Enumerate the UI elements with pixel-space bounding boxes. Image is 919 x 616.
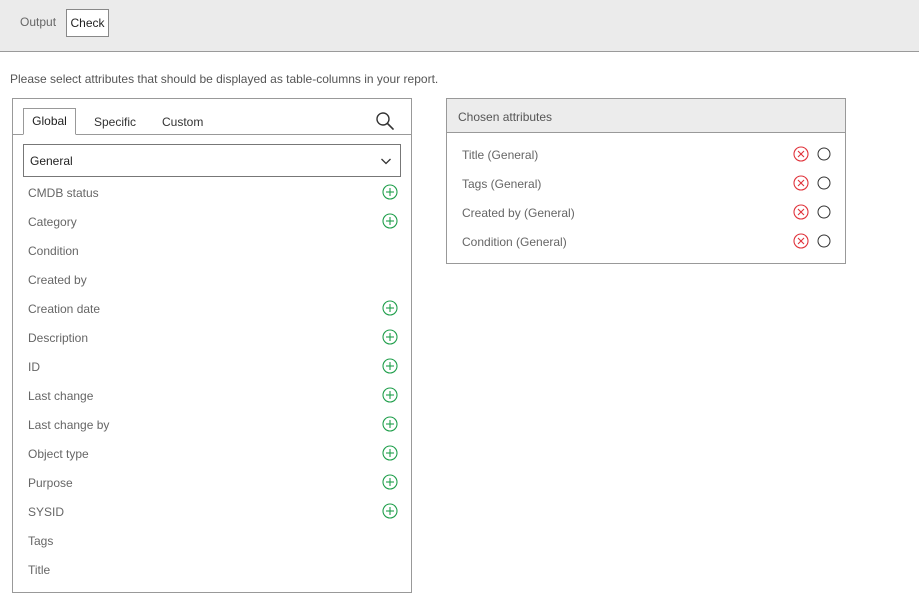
remove-circle-icon[interactable] <box>793 175 809 191</box>
remove-circle-icon[interactable] <box>793 146 809 162</box>
attribute-label: Title <box>28 563 51 577</box>
chosen-attribute-label: Condition (General) <box>462 235 567 249</box>
attribute-category-select[interactable]: General <box>23 144 401 177</box>
attribute-list-item[interactable]: Title <box>13 555 411 584</box>
tab-check[interactable]: Check <box>66 9 109 37</box>
chosen-attribute-label: Created by (General) <box>462 206 575 220</box>
attribute-list-item[interactable]: Object type <box>13 439 411 468</box>
remove-circle-icon[interactable] <box>793 233 809 249</box>
instruction-text: Please select attributes that should be … <box>10 72 439 86</box>
add-circle-icon[interactable] <box>382 445 398 461</box>
attribute-label: Purpose <box>28 476 73 490</box>
add-circle-icon[interactable] <box>382 387 398 403</box>
chosen-attribute-item: Title (General) <box>447 140 845 169</box>
attribute-label: Last change by <box>28 418 110 432</box>
add-circle-icon[interactable] <box>382 503 398 519</box>
tab-output[interactable]: Output <box>16 9 60 37</box>
available-attributes-list: CMDB status Category Condition Created by Cr… <box>13 178 411 584</box>
add-circle-icon[interactable] <box>382 358 398 374</box>
add-circle-icon[interactable] <box>382 213 398 229</box>
attribute-label: Last change <box>28 389 94 403</box>
attribute-label: Category <box>28 215 77 229</box>
radio-button[interactable] <box>817 147 831 161</box>
chosen-attributes-title: Chosen attributes <box>458 110 553 124</box>
tab-specific[interactable]: Specific <box>94 111 136 135</box>
chosen-attribute-item: Created by (General) <box>447 198 845 227</box>
chosen-attributes-panel: Chosen attributes Title (General) Tags (G… <box>446 98 846 264</box>
radio-button[interactable] <box>817 205 831 219</box>
add-circle-icon[interactable] <box>382 474 398 490</box>
attribute-list-item[interactable]: Created by <box>13 265 411 294</box>
chosen-attribute-item: Tags (General) <box>447 169 845 198</box>
attribute-list-item[interactable]: Description <box>13 323 411 352</box>
attribute-list-item[interactable]: ID <box>13 352 411 381</box>
radio-button[interactable] <box>817 176 831 190</box>
attribute-list-item[interactable]: Condition <box>13 236 411 265</box>
tab-custom[interactable]: Custom <box>162 111 203 135</box>
attribute-list-item[interactable]: CMDB status <box>13 178 411 207</box>
chosen-attribute-item: Condition (General) <box>447 227 845 256</box>
attribute-label: Creation date <box>28 302 101 316</box>
attribute-label: Description <box>28 331 89 345</box>
add-circle-icon[interactable] <box>382 416 398 432</box>
select-value: General <box>30 154 73 168</box>
attribute-list-item[interactable]: Purpose <box>13 468 411 497</box>
attribute-label: CMDB status <box>28 186 99 200</box>
chosen-attribute-label: Title (General) <box>462 148 539 162</box>
attribute-list-item[interactable]: Tags <box>13 526 411 555</box>
attribute-label: ID <box>28 360 40 374</box>
attribute-list-item[interactable]: Creation date <box>13 294 411 323</box>
tab-global[interactable]: Global <box>23 108 76 135</box>
chosen-attributes-list: Title (General) Tags (General) Created by … <box>447 140 845 256</box>
attribute-label: Condition <box>28 244 79 258</box>
attribute-list-item[interactable]: Category <box>13 207 411 236</box>
chevron-down-icon <box>381 158 391 165</box>
radio-button[interactable] <box>817 234 831 248</box>
attribute-label: SYSID <box>28 505 65 519</box>
attribute-label: Created by <box>28 273 87 287</box>
add-circle-icon[interactable] <box>382 329 398 345</box>
attribute-selector-panel: Global Specific Custom General CMDB stat… <box>12 98 412 593</box>
chosen-attribute-label: Tags (General) <box>462 177 542 191</box>
top-tab-bar: Output Check <box>0 0 919 52</box>
add-circle-icon[interactable] <box>382 300 398 316</box>
remove-circle-icon[interactable] <box>793 204 809 220</box>
attribute-list-item[interactable]: Last change <box>13 381 411 410</box>
attribute-label: Tags <box>28 534 54 548</box>
search-icon[interactable] <box>375 111 395 131</box>
attribute-list-item[interactable]: Last change by <box>13 410 411 439</box>
attribute-label: Object type <box>28 447 89 461</box>
add-circle-icon[interactable] <box>382 184 398 200</box>
chosen-attributes-header: Chosen attributes <box>447 99 845 133</box>
attribute-tabs: Global Specific Custom <box>13 99 411 135</box>
attribute-list-item[interactable]: SYSID <box>13 497 411 526</box>
